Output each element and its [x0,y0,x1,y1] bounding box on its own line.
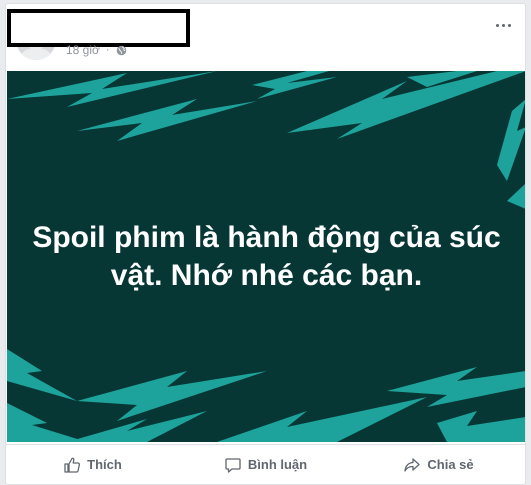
more-options-icon[interactable] [493,18,513,32]
share-button[interactable]: Chia sẻ [352,445,525,484]
thumbs-up-icon [64,457,81,473]
share-arrow-icon [404,457,421,472]
meta-separator: · [105,44,110,56]
share-label: Chia sẻ [427,457,474,472]
post-header: 18 giờ · [6,4,525,70]
like-button[interactable]: Thích [6,445,179,484]
like-label: Thích [87,457,122,472]
comment-button[interactable]: Bình luận [179,445,352,484]
comment-bubble-icon [225,457,241,473]
globe-icon[interactable] [116,45,127,56]
comment-label: Bình luận [247,457,308,472]
avatar-shoulders [20,48,52,60]
post-image-text: Spoil phim là hành động của súc vật. Nhớ… [32,221,501,292]
post-actions-bar: Thích Bình luận Chia sẻ [6,444,525,484]
post-meta: 18 giờ · [66,42,127,58]
post-card: 18 giờ · Spoil phim là hành động của súc… [5,3,526,485]
post-image[interactable]: Spoil phim là hành động của súc vật. Nhớ… [7,71,525,442]
post-timestamp[interactable]: 18 giờ [66,43,100,57]
